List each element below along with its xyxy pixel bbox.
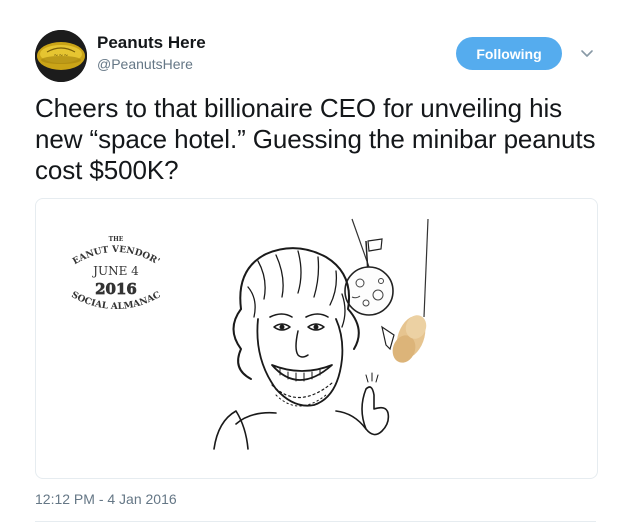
tweet-text: Cheers to that billionaire CEO for unvei… bbox=[35, 93, 596, 185]
almanac-stamp: THE PEANUT VENDOR'S JUNE 4 2016 SOCIAL A… bbox=[36, 199, 163, 312]
divider bbox=[35, 521, 596, 522]
tweet-timestamp[interactable]: 12:12 PM - 4 Jan 2016 bbox=[35, 491, 177, 507]
tweet-card: ~~~ Peanuts Here @PeanutsHere Following … bbox=[0, 0, 635, 526]
svg-text:PEANUT VENDOR'S: PEANUT VENDOR'S bbox=[36, 199, 161, 267]
stamp-line3: JUNE 4 bbox=[91, 264, 139, 278]
peanut-logo-icon: ~~~ bbox=[35, 30, 87, 82]
following-button[interactable]: Following bbox=[456, 37, 562, 70]
cartoon-illustration: THE PEANUT VENDOR'S JUNE 4 2016 SOCIAL A… bbox=[36, 199, 429, 450]
stamp-line4: 2016 bbox=[95, 280, 137, 298]
stamp-line1: THE bbox=[109, 236, 124, 243]
chevron-down-icon[interactable] bbox=[578, 44, 596, 62]
tweet-media-image[interactable]: THE PEANUT VENDOR'S JUNE 4 2016 SOCIAL A… bbox=[35, 198, 598, 479]
peanut-drawing bbox=[381, 315, 427, 363]
display-name[interactable]: Peanuts Here bbox=[97, 33, 206, 53]
user-names: Peanuts Here @PeanutsHere bbox=[97, 33, 206, 74]
moon-drawing bbox=[344, 238, 394, 316]
user-handle[interactable]: @PeanutsHere bbox=[97, 54, 206, 74]
svg-text:~~~: ~~~ bbox=[53, 52, 68, 59]
avatar[interactable]: ~~~ bbox=[35, 30, 87, 82]
stamp-line2: PEANUT VENDOR'S bbox=[36, 199, 161, 267]
